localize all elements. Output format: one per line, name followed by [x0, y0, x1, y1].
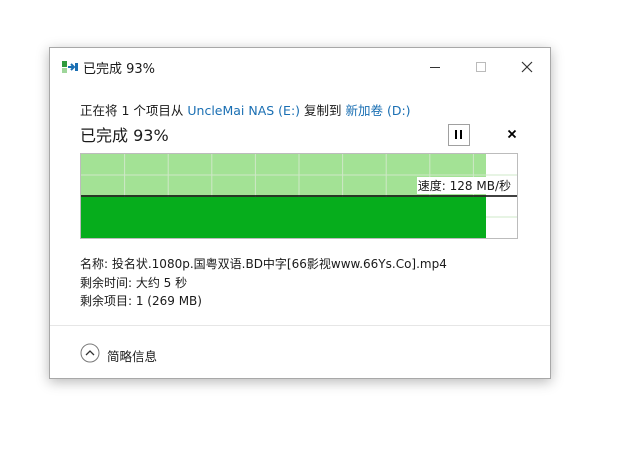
footer-divider — [50, 325, 550, 326]
copy-prefix: 正在将 1 个项目从 — [80, 103, 188, 118]
throughput-area — [81, 197, 486, 238]
pause-button[interactable] — [448, 124, 470, 146]
progress-heading: 已完成 93% — [80, 126, 169, 145]
close-icon — [507, 129, 517, 139]
copy-middle: 复制到 — [300, 103, 346, 118]
fewer-details-label[interactable]: 简略信息 — [107, 346, 157, 365]
items-remaining: 剩余项目: 1 (269 MB) — [80, 294, 202, 308]
transfer-speed-chart: 速度: 128 MB/秒 — [80, 153, 518, 239]
copy-description: 正在将 1 个项目从 UncleMai NAS (E:) 复制到 新加卷 (D:… — [80, 100, 411, 119]
minimize-button[interactable] — [412, 48, 458, 86]
maximize-button[interactable] — [458, 48, 504, 86]
minimize-icon — [430, 67, 440, 68]
maximize-icon — [476, 62, 486, 72]
transfer-graph — [80, 153, 518, 239]
file-copy-dialog: 已完成 93% 正在将 1 个项目从 UncleMai NAS (E:) 复制到… — [49, 47, 551, 379]
destination-link[interactable]: 新加卷 (D:) — [346, 103, 411, 118]
window-title: 已完成 93% — [83, 62, 156, 77]
cancel-copy-button[interactable] — [502, 124, 522, 144]
source-link[interactable]: UncleMai NAS (E:) — [187, 103, 300, 118]
speed-label: 速度: 128 MB/秒 — [416, 177, 512, 194]
title-bar[interactable]: 已完成 93% — [50, 48, 550, 86]
file-copy-icon — [62, 61, 78, 73]
time-remaining: 剩余时间: 大约 5 秒 — [80, 275, 188, 290]
pause-icon — [455, 130, 457, 139]
close-icon — [521, 61, 533, 73]
transfer-details: 名称: 投名状.1080p.国粤双语.BD中字[66影视www.66Ys.Co]… — [80, 255, 447, 311]
chevron-up-icon[interactable] — [80, 343, 100, 363]
close-button[interactable] — [504, 48, 550, 86]
file-name: 名称: 投名状.1080p.国粤双语.BD中字[66影视www.66Ys.Co]… — [80, 257, 447, 271]
